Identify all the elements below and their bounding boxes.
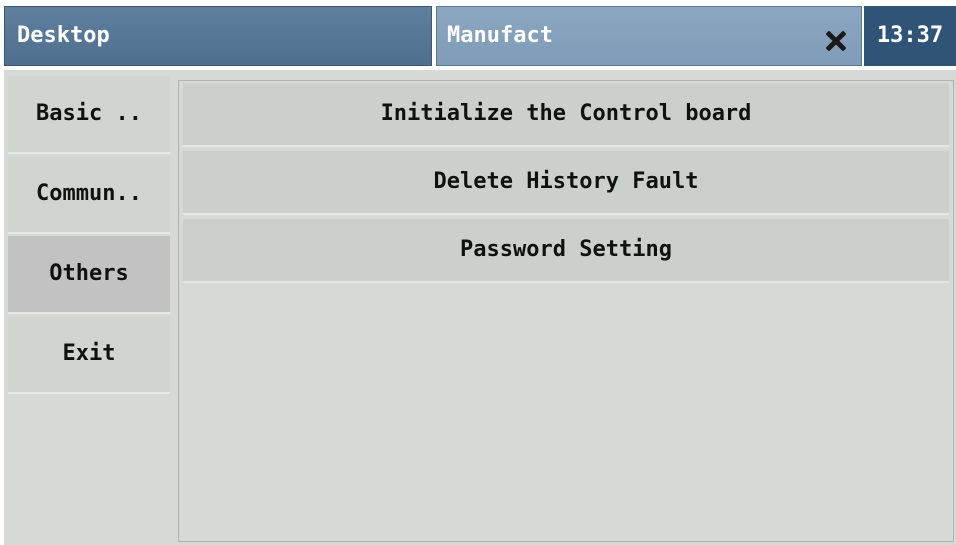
sidebar-item-basic[interactable]: Basic .. [8, 76, 170, 154]
title-bar: Desktop Manufact 13:37 [0, 0, 956, 68]
sidebar-item-exit[interactable]: Exit [8, 316, 170, 394]
action-label: Delete History Fault [433, 169, 699, 194]
action-label: Initialize the Control board [380, 101, 752, 126]
desktop-tab[interactable]: Desktop [4, 6, 432, 66]
sidebar-item-label: Basic .. [36, 101, 142, 126]
clock: 13:37 [864, 6, 956, 66]
initialize-control-board-button[interactable]: Initialize the Control board [183, 83, 949, 147]
workspace: Basic .. Commun.. Others Exit Initialize… [4, 70, 956, 545]
main-panel: Initialize the Control board Delete Hist… [178, 80, 954, 542]
sidebar-item-label: Others [49, 261, 129, 286]
window-tab-label: Manufact [447, 23, 553, 48]
sidebar-item-commun[interactable]: Commun.. [8, 156, 170, 234]
manufact-window-tab[interactable]: Manufact [436, 6, 862, 66]
desktop-tab-label: Desktop [17, 23, 110, 48]
sidebar-item-label: Exit [62, 341, 116, 366]
password-setting-button[interactable]: Password Setting [183, 219, 949, 283]
sidebar-item-label: Commun.. [36, 181, 142, 206]
sidebar: Basic .. Commun.. Others Exit [8, 76, 170, 396]
sidebar-item-others[interactable]: Others [8, 236, 170, 314]
action-label: Password Setting [460, 237, 672, 262]
close-icon[interactable] [821, 21, 851, 51]
clock-time: 13:37 [876, 23, 944, 48]
delete-history-fault-button[interactable]: Delete History Fault [183, 151, 949, 215]
